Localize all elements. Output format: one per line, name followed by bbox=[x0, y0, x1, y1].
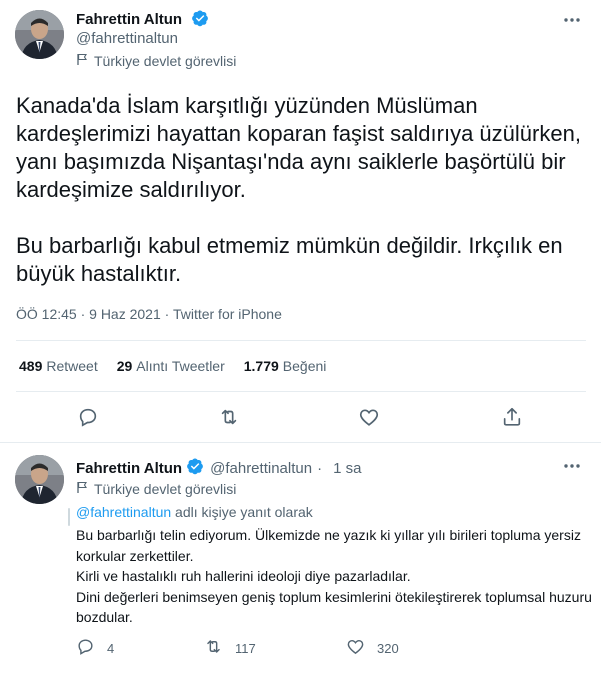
more-icon[interactable] bbox=[562, 456, 582, 481]
divider bbox=[16, 391, 586, 392]
verified-badge-icon bbox=[191, 9, 209, 32]
retweet-count: 117 bbox=[235, 640, 256, 656]
account-label-text: Türkiye devlet görevlisi bbox=[94, 53, 237, 69]
tweet-stats: 489 Retweet 29 Alıntı Tweetler 1.779 Beğeni bbox=[19, 358, 326, 374]
author-handle[interactable]: @fahrettinaltun bbox=[76, 30, 178, 47]
flag-icon bbox=[76, 53, 88, 69]
more-icon[interactable] bbox=[562, 10, 582, 35]
reply-like-button[interactable]: 320 bbox=[346, 637, 399, 659]
reply-author-name[interactable]: Fahrettin Altun bbox=[76, 460, 182, 477]
retweet-icon bbox=[218, 409, 240, 432]
reply-time[interactable]: 1 sa bbox=[333, 460, 361, 477]
author-avatar[interactable] bbox=[15, 10, 64, 59]
reply-button[interactable] bbox=[77, 406, 99, 433]
quotes-label: Alıntı Tweetler bbox=[136, 358, 225, 374]
like-icon bbox=[346, 637, 365, 659]
reply-text: Bu barbarlığı telin ediyorum. Ülkemizde … bbox=[76, 527, 592, 625]
replying-to-suffix: adlı kişiye yanıt olarak bbox=[171, 504, 313, 520]
account-label-text: Türkiye devlet görevlisi bbox=[94, 481, 237, 497]
retweets-stat[interactable]: 489 Retweet bbox=[19, 358, 98, 374]
retweets-label: Retweet bbox=[46, 358, 98, 374]
reply-author-avatar[interactable] bbox=[15, 455, 64, 504]
retweets-count: 489 bbox=[19, 358, 43, 374]
divider bbox=[0, 442, 601, 443]
reply-count: 4 bbox=[107, 640, 115, 656]
like-button[interactable] bbox=[358, 406, 380, 433]
likes-label: Beğeni bbox=[282, 358, 327, 374]
tweet-timestamp[interactable]: ÖÖ 12:45 · 9 Haz 2021 · Twitter for iPho… bbox=[16, 306, 282, 322]
reply-icon bbox=[77, 408, 99, 432]
author-name[interactable]: Fahrettin Altun bbox=[76, 11, 182, 28]
share-button[interactable] bbox=[501, 406, 523, 433]
retweet-icon bbox=[204, 637, 223, 659]
account-label: Türkiye devlet görevlisi bbox=[76, 53, 236, 69]
separator-dot: · bbox=[317, 459, 323, 477]
likes-stat[interactable]: 1.779 Beğeni bbox=[244, 358, 327, 374]
account-label: Türkiye devlet görevlisi bbox=[76, 481, 236, 497]
reply-author-handle[interactable]: @fahrettinaltun bbox=[210, 460, 312, 477]
tweet-text: Kanada'da İslam karşıtlığı yüzünden Müsl… bbox=[16, 93, 581, 286]
flag-icon bbox=[76, 481, 88, 497]
verified-badge-icon bbox=[186, 457, 204, 479]
likes-count: 1.779 bbox=[243, 358, 279, 374]
author-name-row[interactable]: Fahrettin Altun bbox=[76, 9, 209, 32]
reply-reply-button[interactable]: 4 bbox=[76, 637, 114, 659]
replying-to: @fahrettinaltun adlı kişiye yanıt olarak bbox=[76, 504, 313, 520]
share-icon bbox=[501, 407, 523, 432]
reply-header: Fahrettin Altun @fahrettinaltun · 1 sa bbox=[76, 457, 361, 479]
thread-line bbox=[68, 508, 70, 526]
divider bbox=[16, 340, 586, 341]
like-count: 320 bbox=[377, 640, 399, 656]
like-icon bbox=[358, 409, 380, 432]
quotes-count: 29 bbox=[116, 358, 133, 374]
retweet-button[interactable] bbox=[218, 406, 240, 433]
replying-to-mention[interactable]: @fahrettinaltun bbox=[76, 504, 171, 520]
quotes-stat[interactable]: 29 Alıntı Tweetler bbox=[117, 358, 225, 374]
reply-icon bbox=[76, 637, 95, 659]
reply-retweet-button[interactable]: 117 bbox=[204, 637, 256, 659]
